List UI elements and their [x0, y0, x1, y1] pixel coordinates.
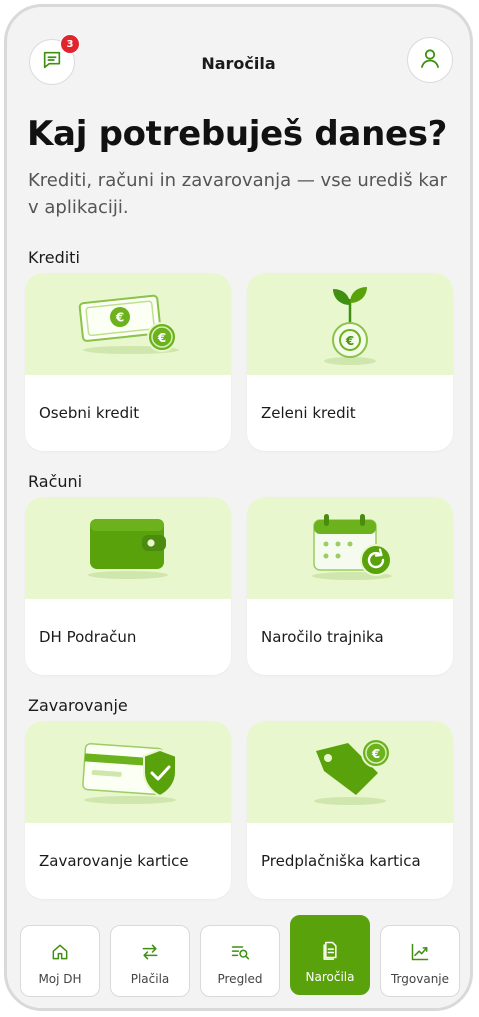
card-label: DH Podračun: [39, 628, 137, 646]
header: 3 Naročila: [7, 7, 470, 122]
phone-frame: 3 Naročila Kaj potrebuješ danes? Krediti…: [4, 4, 473, 1011]
nav-item-narocila[interactable]: Naročila: [290, 915, 370, 995]
card-art: €: [247, 273, 453, 375]
card-label: Zavarovanje kartice: [39, 852, 189, 870]
user-icon: [418, 46, 442, 74]
nav-item-trgovanje[interactable]: Trgovanje: [380, 925, 460, 997]
card-dh-podracun[interactable]: DH Podračun: [25, 497, 231, 675]
transfer-arrows-icon: [140, 942, 160, 966]
nav-label: Moj DH: [38, 972, 82, 986]
card-art: [25, 721, 231, 823]
card-narocilo-trajnika[interactable]: Naročilo trajnika: [247, 497, 453, 675]
svg-text:€: €: [115, 311, 124, 325]
nav-label: Trgovanje: [390, 972, 450, 986]
card-zeleni-kredit[interactable]: € Zeleni kredit: [247, 273, 453, 451]
nav-item-pregled[interactable]: Pregled: [200, 925, 280, 997]
document-icon: [320, 940, 340, 964]
nav-item-placila[interactable]: Plačila: [110, 925, 190, 997]
svg-text:€: €: [371, 747, 380, 761]
nav-label: Pregled: [217, 972, 263, 986]
home-icon: [50, 942, 70, 966]
banknote-coin-icon: € €: [73, 287, 183, 361]
page-title: Naročila: [201, 54, 276, 73]
card-zavarovanje-kartice[interactable]: Zavarovanje kartice: [25, 721, 231, 899]
card-art: [25, 497, 231, 599]
calendar-recurring-icon: [300, 510, 400, 586]
hero-title: Kaj potrebuješ danes?: [27, 114, 448, 154]
card-label: Osebni kredit: [39, 404, 140, 422]
nav-item-moj-dh[interactable]: Moj DH: [20, 925, 100, 997]
card-art: € €: [25, 273, 231, 375]
section-label-zavarovanje: Zavarovanje: [28, 696, 128, 715]
card-label: Zeleni kredit: [261, 404, 356, 422]
svg-text:€: €: [157, 331, 166, 345]
price-tag-coin-icon: €: [302, 733, 398, 811]
card-art: [247, 497, 453, 599]
card-label: Predplačniška kartica: [261, 852, 421, 870]
svg-text:€: €: [345, 334, 354, 348]
card-label: Naročilo trajnika: [261, 628, 384, 646]
section-label-krediti: Krediti: [28, 248, 80, 267]
trend-chart-icon: [410, 942, 430, 966]
nav-label: Naročila: [305, 970, 355, 984]
notification-badge: 3: [60, 34, 80, 54]
card-shield-icon: [72, 734, 184, 810]
section-label-racuni: Računi: [28, 472, 83, 491]
search-list-icon: [230, 942, 250, 966]
card-predplacniska-kartica[interactable]: € Predplačniška kartica: [247, 721, 453, 899]
profile-button[interactable]: [407, 37, 453, 83]
nav-label: Plačila: [130, 972, 170, 986]
card-art: €: [247, 721, 453, 823]
sprout-coin-icon: €: [315, 277, 385, 371]
card-osebni-kredit[interactable]: € € Osebni kredit: [25, 273, 231, 451]
hero-subtitle: Krediti, računi in zavarovanja — vse ure…: [28, 170, 447, 218]
wallet-icon: [80, 511, 176, 585]
bottom-nav: Moj DH Plačila Pregled Naročila Trgovanj…: [7, 911, 470, 1008]
